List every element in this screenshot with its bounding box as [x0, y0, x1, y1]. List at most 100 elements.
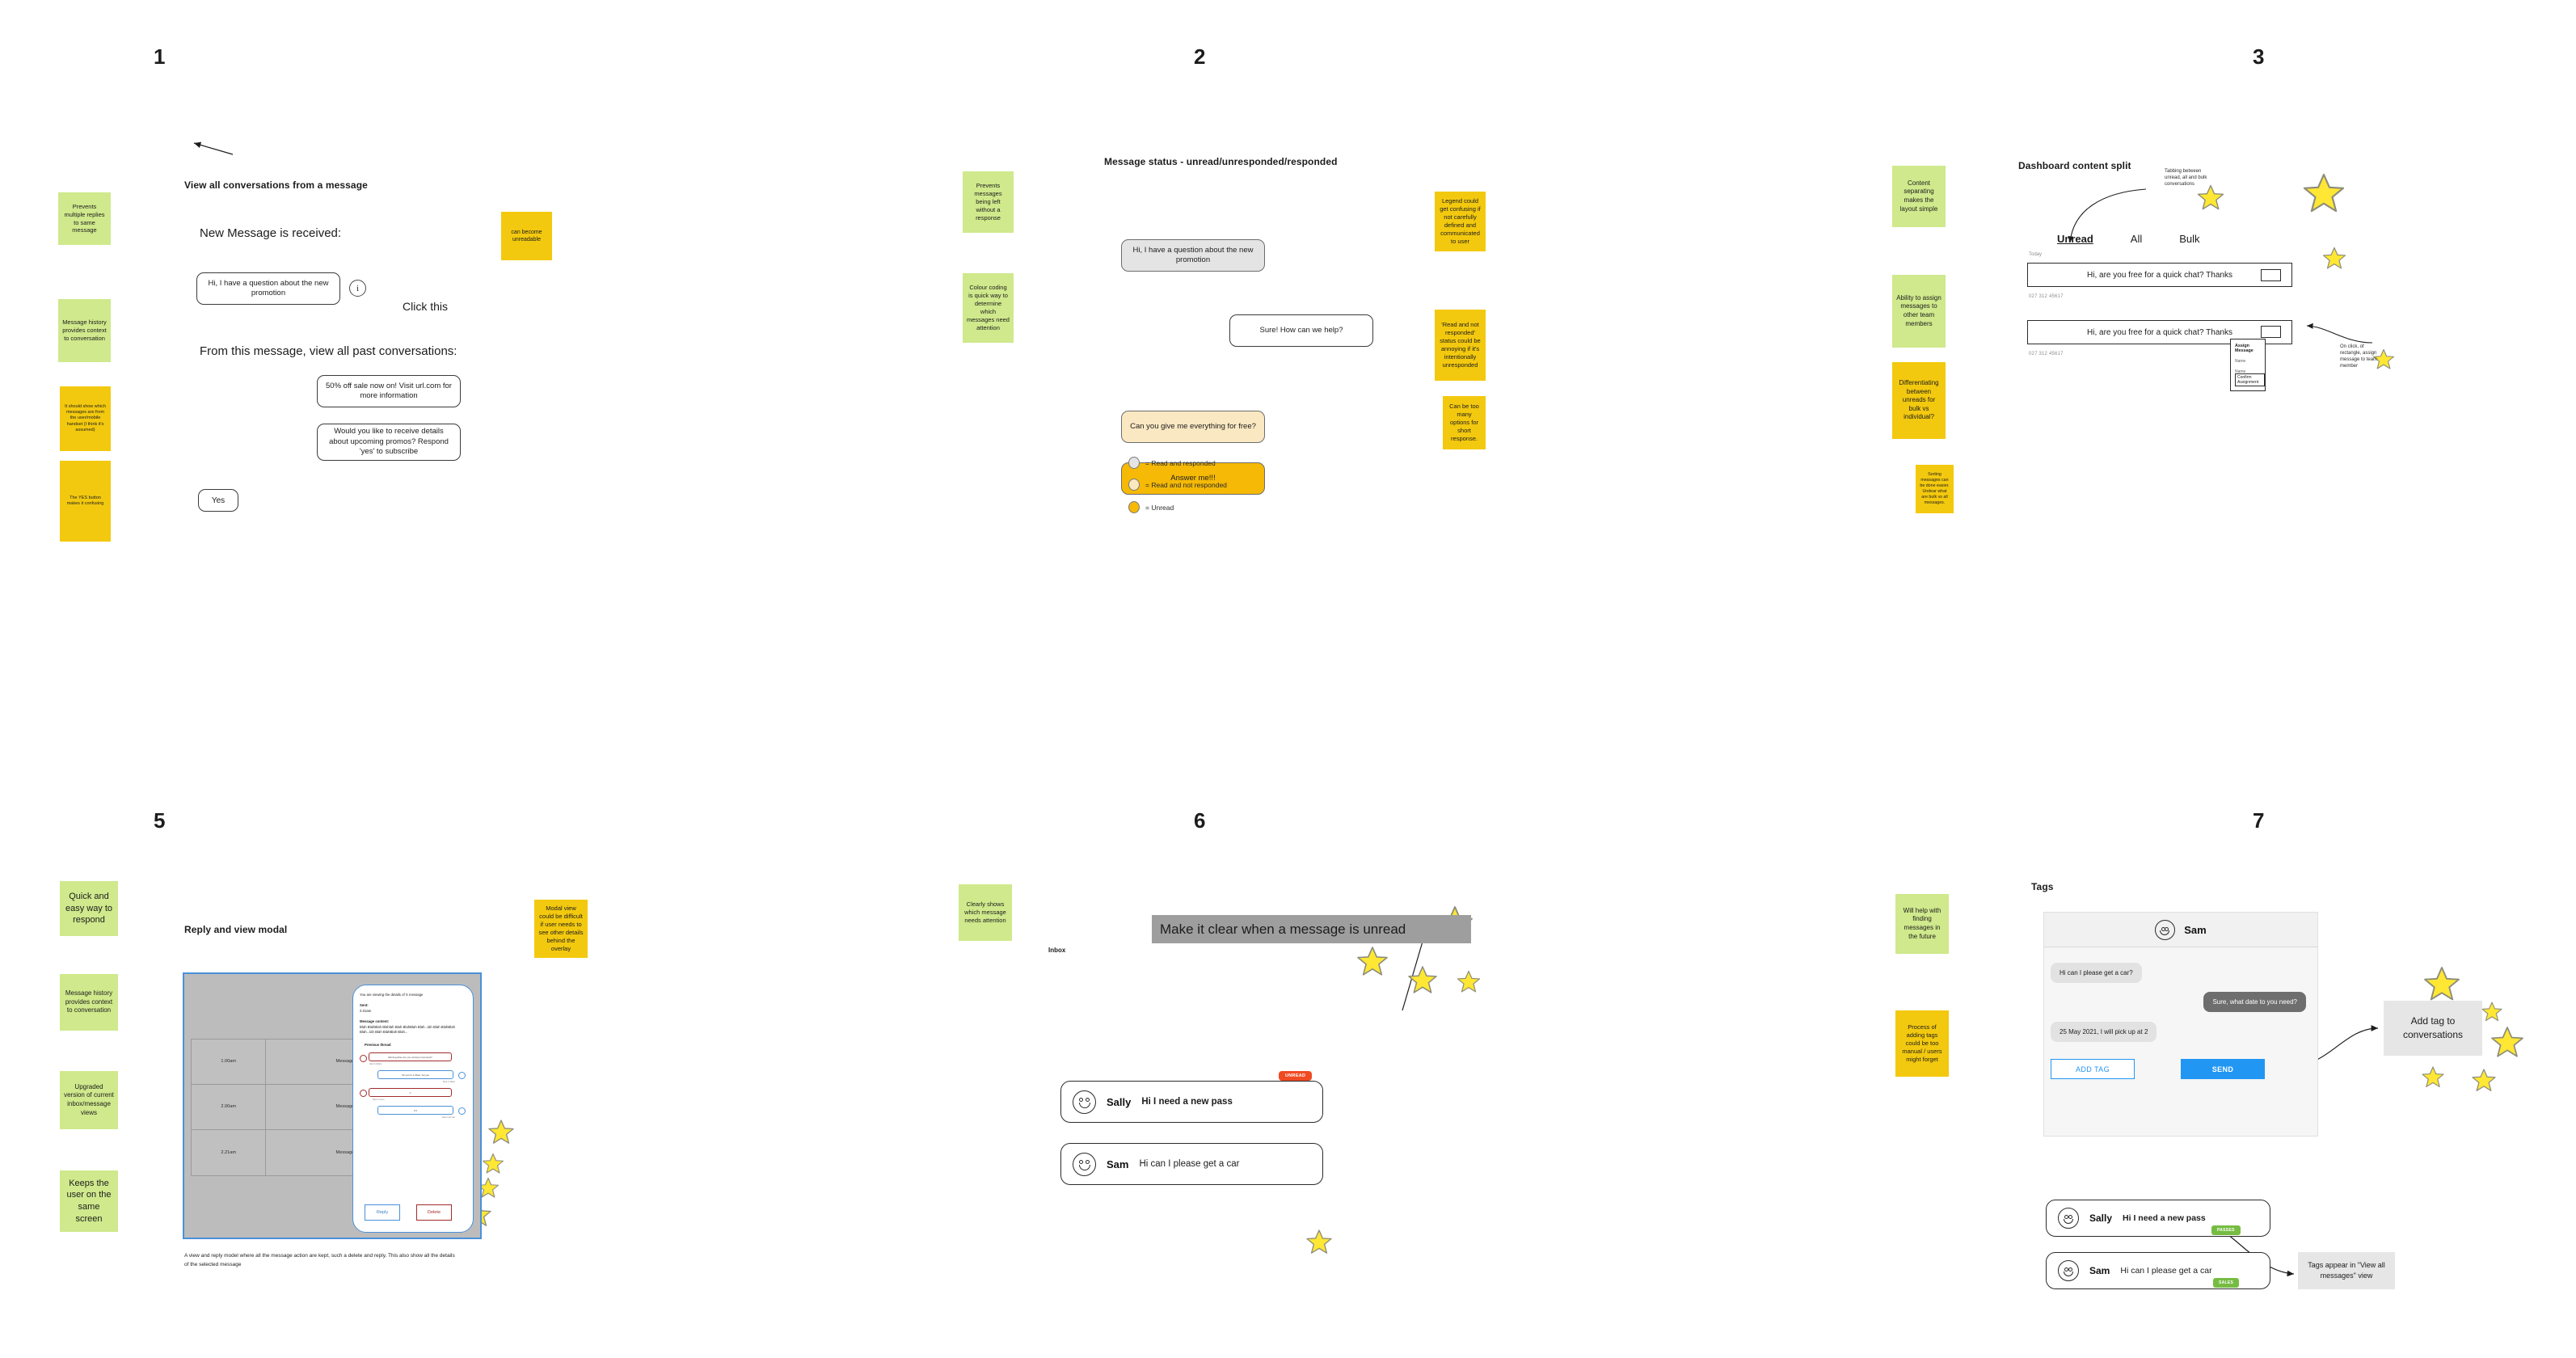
sticky-note-yellow: 'Read and not responded' status could be…	[1435, 310, 1486, 381]
smile-icon	[1079, 1102, 1090, 1108]
legend-item-read-responded: = Read and responded	[1128, 457, 1216, 469]
sticky-note-green: Clearly shows which message needs attent…	[959, 884, 1012, 941]
message-bubble-read-not-responded: Can you give me everything for free?	[1121, 411, 1265, 443]
card-sender-name: Sally	[2089, 1212, 2113, 1224]
sticky-note-green: Keeps the user on the same screen	[60, 1170, 118, 1232]
card-message-text: Hi I need a new pass	[2123, 1213, 2206, 1223]
sticky-note-yellow: Can be too many options for short respon…	[1443, 396, 1486, 449]
label-new-message: New Message is received:	[200, 226, 342, 240]
card-message-text: Hi can I please get a car	[2120, 1266, 2212, 1276]
sticky-note-green: Upgraded version of current inbox/messag…	[60, 1071, 118, 1129]
thread-sent-time: Sent 1.30am	[442, 1081, 455, 1084]
message-bubble-reply: Sure! How can we help?	[1229, 314, 1373, 347]
modal-heading: You are viewing the details of X message	[360, 993, 424, 997]
send-button[interactable]: SEND	[2181, 1059, 2265, 1079]
sticky-note-yellow: Modal view could be difficult if user ne…	[534, 900, 588, 958]
avatar-icon	[2155, 919, 2176, 940]
confirm-assignment-button[interactable]: Confirm Assignment	[2235, 373, 2265, 386]
thread-marker-icon	[360, 1055, 367, 1063]
panel-number-7: 7	[2253, 808, 2265, 833]
panel-title-5: Reply and view modal	[184, 924, 288, 935]
sticky-note-green: Will help with finding messages in the f…	[1895, 894, 1949, 954]
table-cell-time: 1.00am	[192, 1040, 267, 1084]
sticky-note-yellow: It should show which messages are from t…	[60, 386, 111, 451]
modal-sent-value: 2.01am	[360, 1008, 372, 1013]
callout-add-tag: Add tag to conversations	[2384, 1001, 2482, 1056]
legend-dot-icon	[1128, 479, 1140, 491]
avatar-icon	[1073, 1090, 1096, 1114]
panel-number-6: 6	[1194, 808, 1206, 833]
chat-bubble-incoming: 25 May 2021, I will pick up at 2	[2051, 1022, 2157, 1042]
inbox-label: Inbox	[1048, 947, 1066, 954]
card-message-text: Hi can I please get a car	[1139, 1159, 1240, 1169]
tab-unread[interactable]: Unread	[2057, 233, 2093, 245]
add-tag-button[interactable]: ADD TAG	[2051, 1059, 2135, 1079]
panel-number-2: 2	[1194, 44, 1206, 69]
annotation-click-this: Click this	[403, 300, 449, 313]
annotation-assign-onclick: On click, of rectangle, assign message t…	[2340, 344, 2378, 369]
info-icon[interactable]: i	[349, 280, 366, 297]
message-row[interactable]: Hi, are you free for a quick chat? Thank…	[2027, 263, 2292, 287]
legend-item-read-not-responded: = Read and not responded	[1128, 479, 1227, 491]
sticky-note-green: Message history provides context to conv…	[60, 974, 118, 1031]
sticky-note-green: Content separating makes the layout simp…	[1892, 166, 1946, 227]
message-bubble-new: Hi, I have a question about the new prom…	[196, 272, 340, 305]
message-row-text: Hi, are you free for a quick chat? Thank…	[2087, 270, 2232, 280]
sticky-note-yellow: Legend could get confusing if not carefu…	[1435, 192, 1486, 251]
message-bubble-promo: 50% off sale now on! Visit url.com for m…	[317, 375, 461, 407]
assign-popup-title: Assign Message	[2235, 344, 2253, 353]
panel-title-1: View all conversations from a message	[184, 179, 368, 191]
chat-contact-name: Sam	[2184, 923, 2207, 936]
assign-checkbox[interactable]	[2261, 326, 2281, 338]
table-cell-time: 2.21am	[192, 1129, 267, 1175]
tab-bulk[interactable]: Bulk	[2179, 233, 2199, 245]
smile-icon	[2064, 1272, 2073, 1276]
thread-bubble-in: k	[369, 1088, 452, 1098]
sticky-note-yellow: Differentiating between unreads for bulk…	[1892, 362, 1946, 439]
card-sender-name: Sam	[1107, 1158, 1129, 1170]
sticky-note-green: Message history provides context to conv…	[58, 299, 111, 362]
reply-button[interactable]: Reply	[365, 1204, 400, 1221]
thread-bubble-in: Morning when are you coming in tomorrow?	[369, 1052, 452, 1062]
card-sender-name: Sam	[2089, 1265, 2110, 1276]
sticky-note-yellow: can become unreadable	[501, 212, 552, 260]
assign-message-popup[interactable]: Assign Message Name Name Confirm Assignm…	[2230, 339, 2266, 391]
tab-all[interactable]: All	[2131, 233, 2142, 245]
sticky-note-yellow: Process of adding tags could be too manu…	[1895, 1010, 1949, 1077]
status-badge-unread: UNREAD	[1279, 1071, 1313, 1081]
thread-bubble-out: Oh yes it's 1.00am, but yes	[377, 1070, 453, 1080]
thread-sent-time: Sent 1.4 am	[373, 1099, 385, 1102]
avatar-icon	[2058, 1260, 2079, 1281]
panel-number-1: 1	[154, 44, 166, 69]
yes-button[interactable]: Yes	[198, 489, 238, 512]
smile-icon	[2064, 1219, 2073, 1224]
sticky-note-green: Prevents multiple replies to same messag…	[58, 192, 111, 245]
callout-tags-appear: Tags appear in "View all messages" view	[2298, 1252, 2395, 1289]
phone-number: 027 312 45617	[2029, 294, 2064, 299]
avatar-icon	[2058, 1208, 2079, 1229]
panel-title-3: Dashboard content split	[2018, 160, 2131, 171]
thread-marker-icon	[360, 1090, 367, 1098]
modal-content-value: Blah BlahBlah Blahlah Blah BlahBlah Blah…	[360, 1024, 456, 1035]
panel-number-5: 5	[154, 808, 166, 833]
banner-unread-callout: Make it clear when a message is unread	[1152, 915, 1471, 943]
inbox-card-sam[interactable]: Sam Hi can I please get a car	[1060, 1143, 1323, 1185]
today-label: Today	[2029, 252, 2043, 257]
phone-number: 027 312 45617	[2029, 352, 2064, 356]
panel-title-7: Tags	[2031, 881, 2054, 892]
sticky-note-green: Ability to assign messages to other team…	[1892, 275, 1946, 348]
delete-button[interactable]: Delete	[416, 1204, 452, 1221]
label-past-conversations: From this message, view all past convers…	[200, 344, 457, 358]
chat-bubble-incoming: Hi can I please get a car?	[2051, 963, 2142, 983]
legend-dot-icon	[1128, 501, 1140, 513]
thread-sent-time: Sent 1.00am	[369, 1063, 382, 1066]
inbox-card-sally[interactable]: Sally Hi I need a new pass	[1060, 1081, 1323, 1123]
assign-name-option[interactable]: Name	[2235, 359, 2261, 364]
modal-thread-label: Previous thread	[365, 1042, 391, 1047]
message-bubble-status-read-responded: Hi, I have a question about the new prom…	[1121, 239, 1265, 272]
legend-item-unread: = Unread	[1128, 501, 1174, 513]
phone-detail-modal: You are viewing the details of X message…	[352, 985, 474, 1233]
assign-checkbox[interactable]	[2261, 269, 2281, 281]
panel-caption: A view and reply model where all the mes…	[184, 1253, 455, 1267]
legend-label: = Read and responded	[1145, 458, 1216, 467]
